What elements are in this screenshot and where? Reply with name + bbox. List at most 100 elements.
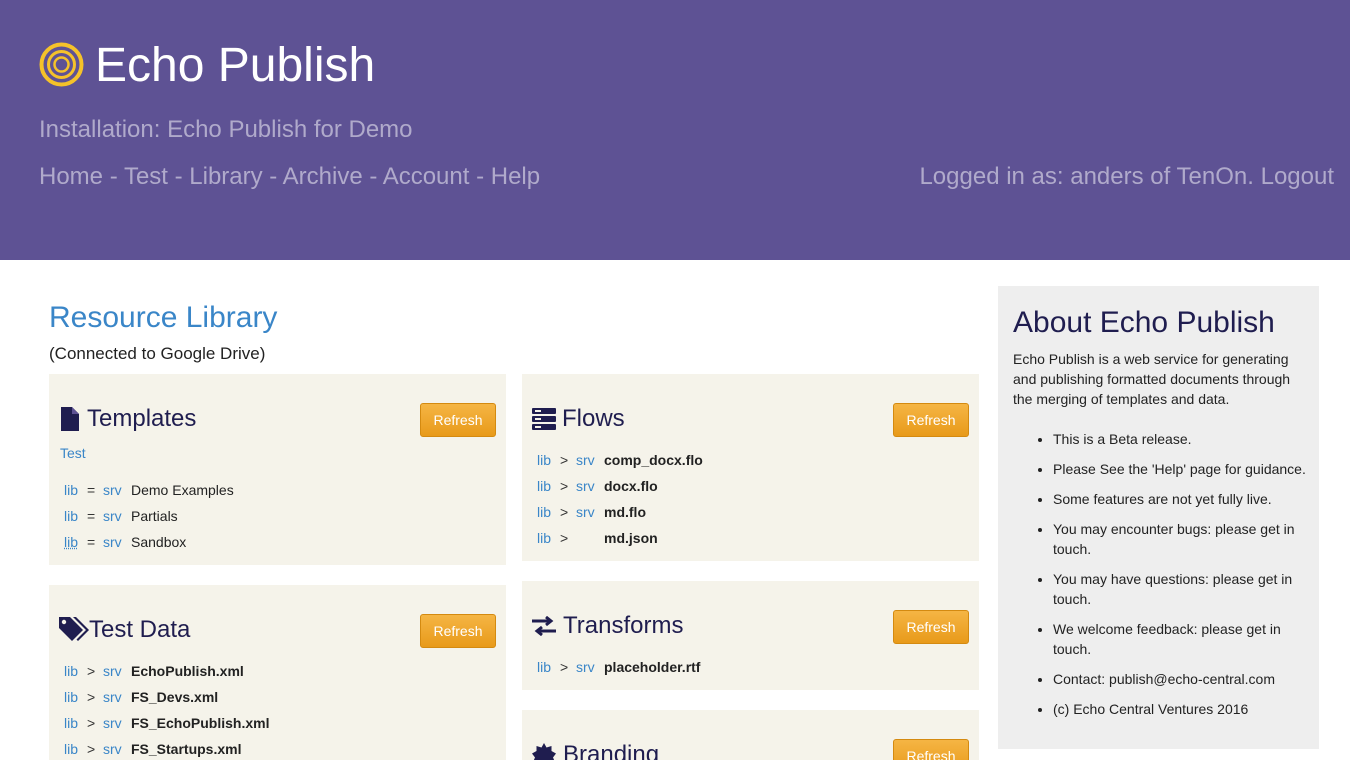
templates-title: Templates — [87, 405, 197, 432]
transforms-heading: Transforms — [532, 612, 683, 640]
lib-link[interactable]: lib — [537, 525, 560, 551]
list-item: You may encounter bugs: please get in to… — [1053, 519, 1308, 559]
list-item: lib > srv FS_Startups.xml — [64, 736, 269, 760]
lib-link[interactable]: lib — [64, 529, 87, 555]
resource-name: FS_Devs.xml — [131, 689, 219, 705]
list-item: Some features are not yet fully live. — [1053, 489, 1308, 509]
srv-link[interactable]: srv — [103, 684, 131, 710]
lib-link[interactable]: lib — [64, 503, 87, 529]
srv-link[interactable]: srv — [576, 447, 604, 473]
resource-name: FS_Startups.xml — [131, 741, 242, 757]
about-list: This is a Beta release. Please See the '… — [1053, 429, 1308, 729]
templates-list: lib = srv Demo Examples lib = srv Partials lib… — [64, 477, 234, 555]
srv-link[interactable]: srv — [103, 503, 131, 529]
srv-link[interactable]: srv — [103, 710, 131, 736]
lib-link[interactable]: lib — [64, 477, 87, 503]
resource-name: Partials — [131, 508, 178, 524]
resource-name: Demo Examples — [131, 482, 234, 498]
sync-operator: > — [560, 530, 569, 546]
branding-panel: Branding Refresh — [522, 710, 979, 760]
flows-list: lib > srv comp_docx.flo lib > srv docx.flo lib… — [537, 447, 703, 551]
sync-operator: = — [87, 482, 96, 498]
srv-link[interactable]: srv — [103, 529, 131, 555]
resource-name: md.json — [604, 530, 658, 546]
list-item: lib > srv FS_EchoPublish.xml — [64, 710, 269, 736]
resource-name: md.flo — [604, 504, 646, 520]
srv-link[interactable]: srv — [576, 499, 604, 525]
list-item: lib = srv Demo Examples — [64, 477, 234, 503]
list-item: Contact: publish@echo-central.com — [1053, 669, 1308, 689]
srv-link[interactable]: srv — [103, 658, 131, 684]
lib-link[interactable]: lib — [537, 654, 560, 680]
sync-operator: > — [560, 478, 569, 494]
nav-library[interactable]: Library — [189, 163, 262, 190]
lib-link[interactable]: lib — [64, 736, 87, 760]
list-item: lib = srv Sandbox — [64, 529, 234, 555]
list-item: lib > srv EchoPublish.xml — [64, 658, 269, 684]
lib-link[interactable]: lib — [537, 473, 560, 499]
test-data-title: Test Data — [89, 616, 191, 643]
list-item: lib > srv docx.flo — [537, 473, 703, 499]
srv-link[interactable]: srv — [103, 736, 131, 760]
list-item: We welcome feedback: please get in touch… — [1053, 619, 1308, 659]
nav-test[interactable]: Test — [124, 163, 168, 190]
nav-help[interactable]: Help — [491, 163, 540, 190]
lib-link[interactable]: lib — [64, 710, 87, 736]
list-item: Please See the 'Help' page for guidance. — [1053, 459, 1308, 479]
branding-heading: Branding — [532, 741, 659, 760]
nav-home[interactable]: Home — [39, 163, 103, 190]
templates-refresh-button[interactable]: Refresh — [420, 403, 496, 437]
srv-link[interactable]: srv — [576, 473, 604, 499]
lib-link[interactable]: lib — [537, 499, 560, 525]
templates-heading: Templates — [61, 405, 196, 433]
about-description: Echo Publish is a web service for genera… — [1013, 351, 1291, 407]
logged-in-label: Logged in as: anders of TenOn. — [919, 163, 1254, 190]
sync-operator: > — [87, 663, 96, 679]
test-data-refresh-button[interactable]: Refresh — [420, 614, 496, 648]
flows-title: Flows — [562, 405, 625, 432]
flows-refresh-button[interactable]: Refresh — [893, 403, 969, 437]
sync-operator: > — [560, 504, 569, 520]
list-item: lib > srv comp_docx.flo — [537, 447, 703, 473]
srv-link[interactable]: srv — [103, 477, 131, 503]
list-item: lib > srv md.flo — [537, 499, 703, 525]
badge-icon — [532, 743, 556, 760]
list-item: lib = srv Partials — [64, 503, 234, 529]
file-icon — [61, 407, 79, 431]
lib-link[interactable]: lib — [537, 447, 560, 473]
list-item: lib > srv placeholder.rtf — [537, 654, 700, 680]
login-status: Logged in as: anders of TenOn. Logout — [919, 163, 1334, 191]
logout-link[interactable]: Logout — [1261, 163, 1334, 190]
sync-operator: = — [87, 534, 96, 550]
site-header: Echo Publish Installation: Echo Publish … — [0, 0, 1350, 260]
connection-status: (Connected to Google Drive) — [49, 344, 266, 363]
nav-account[interactable]: Account — [383, 163, 470, 190]
lib-link[interactable]: lib — [64, 684, 87, 710]
branding-refresh-button[interactable]: Refresh — [893, 739, 969, 760]
list-item: lib > srv FS_Devs.xml — [64, 684, 269, 710]
nav-archive[interactable]: Archive — [283, 163, 363, 190]
test-data-heading: Test Data — [59, 616, 190, 644]
test-data-list: lib > srv EchoPublish.xml lib > srv FS_Devs.xm… — [64, 658, 269, 760]
list-item: This is a Beta release. — [1053, 429, 1308, 449]
templates-panel: Templates Refresh Test lib = srv Demo Examp… — [49, 374, 506, 565]
transforms-panel: Transforms Refresh lib > srv placeholder.rt… — [522, 581, 979, 690]
transforms-refresh-button[interactable]: Refresh — [893, 610, 969, 644]
lib-link[interactable]: lib — [64, 658, 87, 684]
branding-title: Branding — [563, 741, 660, 760]
templates-test-link[interactable]: Test — [60, 445, 86, 461]
flows-heading: Flows — [532, 405, 625, 433]
main-nav: Home - Test - Library - Archive - Accoun… — [39, 163, 540, 191]
srv-link[interactable]: srv — [576, 654, 604, 680]
resource-name: placeholder.rtf — [604, 659, 701, 675]
resource-name: FS_EchoPublish.xml — [131, 715, 270, 731]
transforms-list: lib > srv placeholder.rtf — [537, 654, 700, 680]
app-title[interactable]: Echo Publish — [95, 38, 375, 94]
sync-operator: > — [560, 452, 569, 468]
sync-operator: = — [87, 508, 96, 524]
sync-operator: > — [87, 689, 96, 705]
nav-separator: - — [469, 163, 491, 190]
server-stack-icon — [532, 408, 556, 430]
echo-logo-icon[interactable] — [39, 42, 84, 87]
nav-separator: - — [262, 163, 283, 190]
